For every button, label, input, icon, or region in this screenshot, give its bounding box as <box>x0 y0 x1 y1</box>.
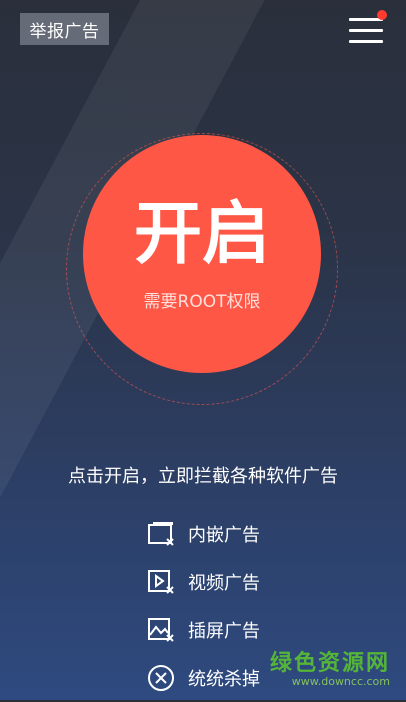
feature-item-embedded: 内嵌广告 <box>146 510 260 558</box>
feature-label: 视频广告 <box>188 573 260 594</box>
close-circle-icon <box>148 665 174 691</box>
menu-icon-bar <box>349 29 383 32</box>
menu-icon-bar <box>349 40 383 43</box>
embedded-ad-icon <box>148 522 174 546</box>
headline-text: 点击开启，立即拦截各种软件广告 <box>68 466 338 487</box>
feature-label: 插屏广告 <box>188 621 260 642</box>
root-required-label: 需要ROOT权限 <box>143 291 261 312</box>
watermark-url: www.downcc.com <box>291 675 390 688</box>
notification-dot <box>377 10 387 20</box>
interstitial-ad-icon <box>148 618 174 642</box>
feature-item-interstitial: 插屏广告 <box>146 606 260 654</box>
feature-label: 内嵌广告 <box>188 525 260 546</box>
feature-item-kill-all: 统统杀掉 <box>146 654 260 702</box>
feature-list: 内嵌广告 视频广告 插屏广告 统统杀掉 <box>146 510 260 702</box>
feature-item-video: 视频广告 <box>146 558 260 606</box>
watermark-title: 绿色资源网 <box>269 651 390 676</box>
watermark: 绿色资源网 www.downcc.com <box>270 645 390 688</box>
report-ad-button[interactable]: 举报广告 <box>20 13 109 45</box>
menu-button[interactable] <box>349 10 387 46</box>
enable-label: 开启 <box>133 194 270 274</box>
video-ad-icon <box>148 570 174 594</box>
feature-label: 统统杀掉 <box>188 669 260 690</box>
enable-button[interactable]: 开启 需要ROOT权限 <box>83 135 321 373</box>
